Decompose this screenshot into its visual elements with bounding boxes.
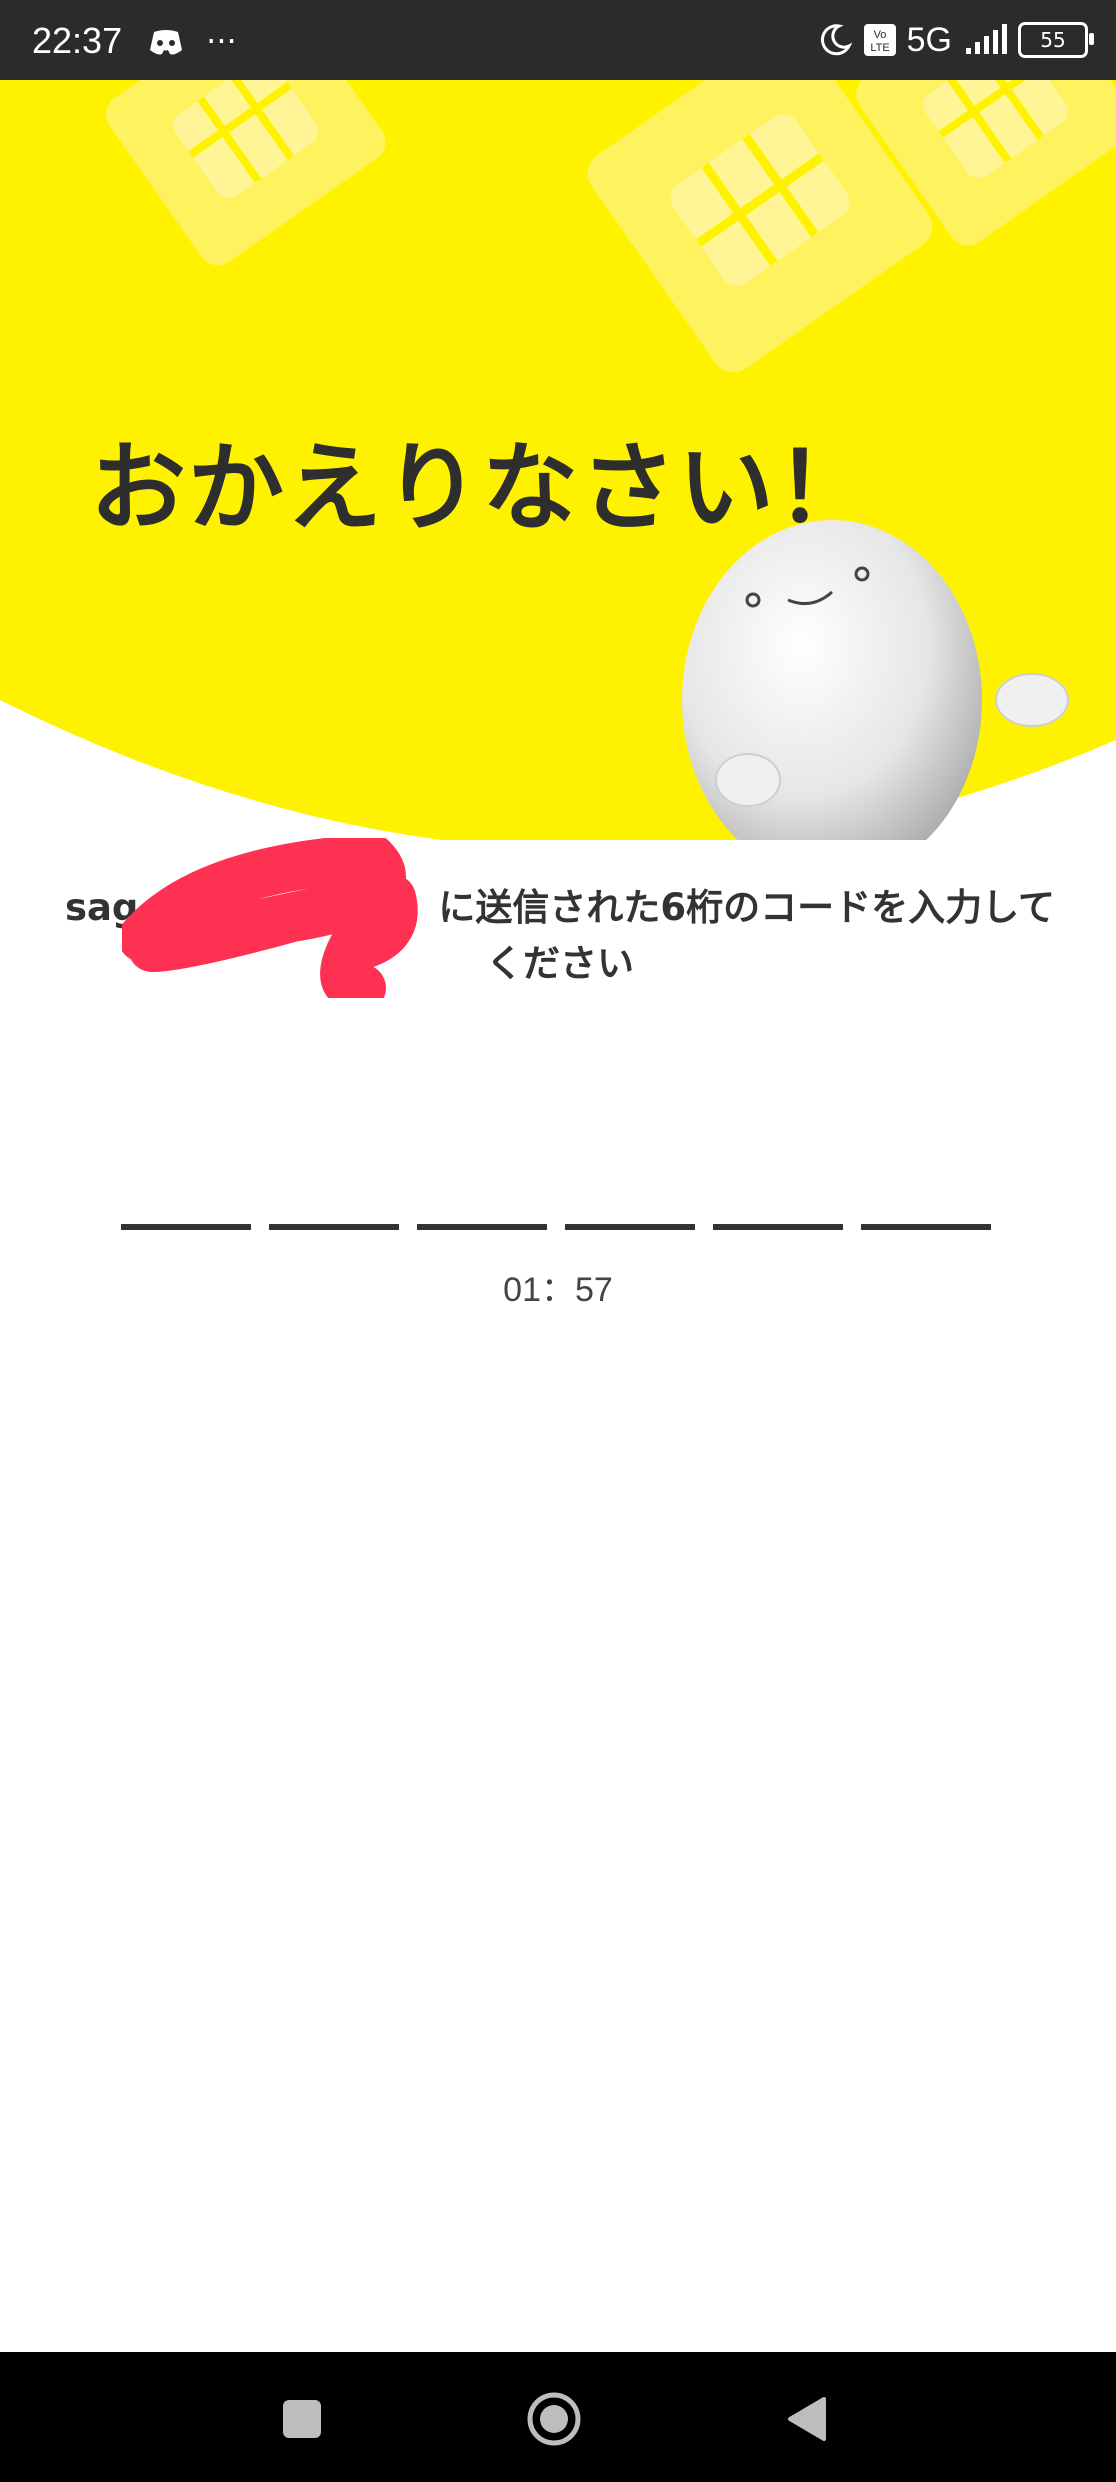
status-time: 22:37: [32, 20, 123, 61]
svg-text:LTE: LTE: [870, 42, 889, 54]
home-button[interactable]: [524, 2389, 584, 2449]
system-nav-bar: [0, 2352, 1116, 2482]
discord-icon: [150, 30, 182, 55]
home-circle-icon: [527, 2392, 581, 2446]
code-digit-6[interactable]: [861, 1174, 991, 1230]
code-digit-1[interactable]: [121, 1174, 251, 1230]
moon-icon: [820, 24, 852, 56]
more-dots-icon: ···: [206, 22, 237, 60]
back-triangle-icon: [788, 2397, 826, 2441]
hero-banner: おかえりなさい！: [0, 80, 1116, 840]
status-bar: 22:37 ··· Vo LTE 5G 55: [0, 0, 1116, 80]
battery-level: 55: [1040, 28, 1066, 52]
code-digit-3[interactable]: [417, 1174, 547, 1230]
square-icon: [283, 2400, 321, 2438]
signal-icon: [966, 24, 1007, 54]
redaction-scribble: [122, 838, 418, 998]
battery-icon: 55: [1018, 22, 1094, 58]
instruction-line1-suffix: に送信された6桁のコードを入力して: [438, 886, 1056, 929]
volte-icon: Vo LTE: [863, 24, 896, 56]
verification-code-input[interactable]: [121, 1174, 991, 1230]
code-digit-2[interactable]: [269, 1174, 399, 1230]
code-digit-4[interactable]: [565, 1174, 695, 1230]
code-digit-5[interactable]: [713, 1174, 843, 1230]
notification-icons: ···: [148, 22, 237, 60]
svg-text:Vo: Vo: [873, 29, 886, 41]
recent-apps-button[interactable]: [272, 2389, 332, 2449]
network-type: 5G: [906, 20, 952, 59]
welcome-title: おかえりなさい！: [90, 432, 874, 544]
back-button[interactable]: [776, 2389, 836, 2449]
countdown-timer: 01：57: [503, 1271, 613, 1309]
